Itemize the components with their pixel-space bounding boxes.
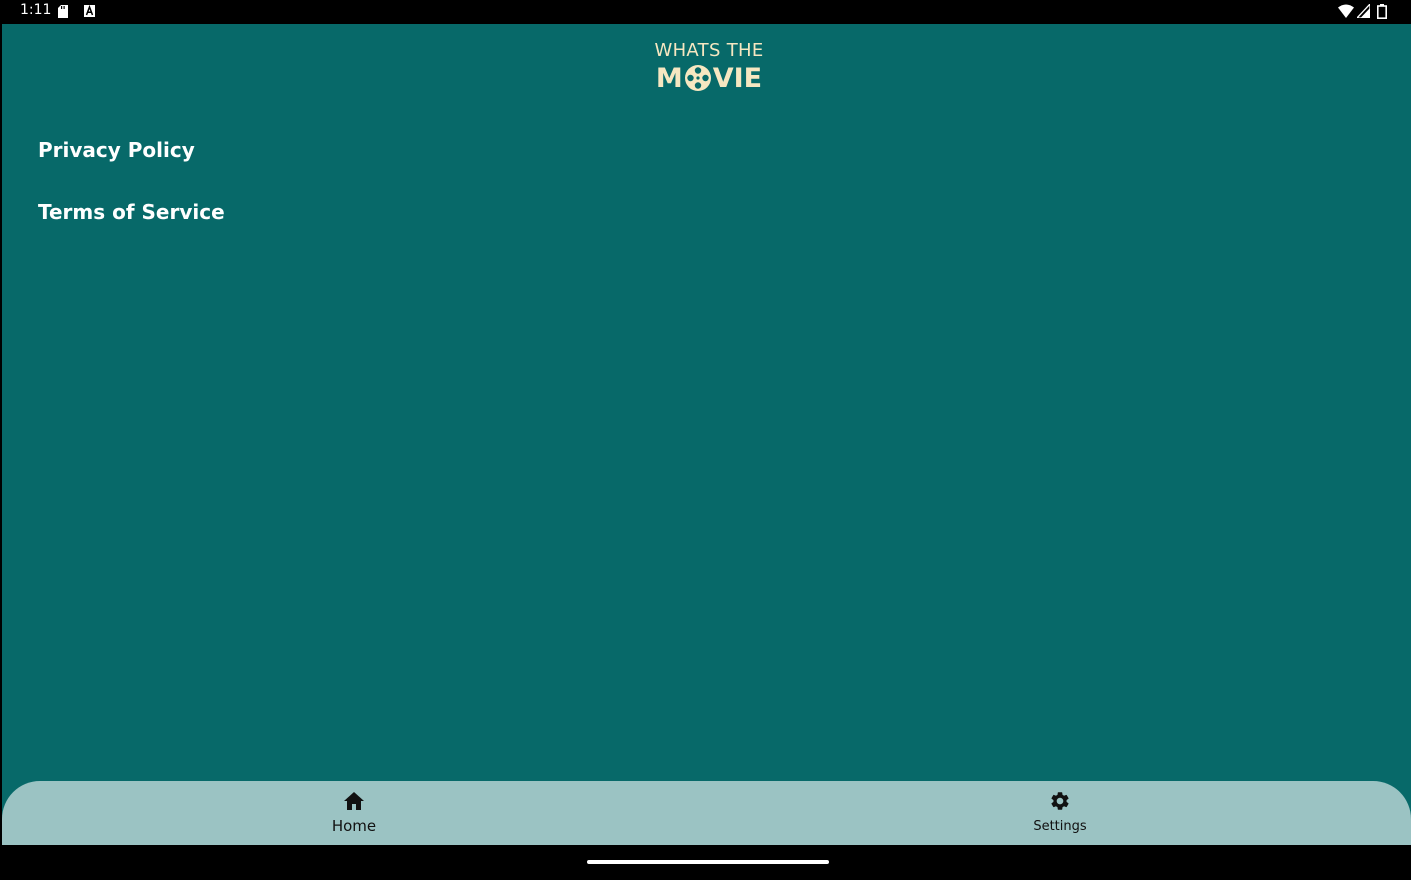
settings-screen: WHATS THE M VIE Privacy Policy Terms of …: [2, 24, 1411, 845]
battery-icon: [1377, 4, 1387, 19]
keyboard-a-icon: [84, 5, 95, 17]
nav-settings-button[interactable]: Settings: [1000, 781, 1120, 845]
sd-card-icon: [58, 5, 68, 18]
whats-the-movie-logo: WHATS THE M VIE: [654, 40, 764, 94]
wifi-icon: [1338, 4, 1354, 18]
home-gesture-handle[interactable]: [587, 860, 829, 864]
home-icon: [344, 792, 364, 810]
logo-letter-m: M: [655, 62, 683, 94]
nav-home-label: Home: [331, 817, 377, 835]
logo-line1: WHATS THE: [654, 40, 764, 61]
logo-line2: M VIE: [654, 62, 764, 94]
gear-icon: [1051, 792, 1069, 810]
status-bar: 1:11: [0, 0, 1411, 24]
privacy-policy-link[interactable]: Privacy Policy: [38, 138, 195, 162]
logo-letters-vie: VIE: [712, 62, 763, 94]
system-navigation-bar: [0, 845, 1411, 880]
film-reel-icon: [684, 65, 711, 91]
signal-icon: [1357, 4, 1370, 18]
bottom-navigation-bar: Home Settings: [2, 781, 1411, 845]
nav-home-button[interactable]: Home: [294, 781, 414, 845]
nav-settings-label: Settings: [1033, 819, 1087, 834]
terms-of-service-link[interactable]: Terms of Service: [38, 200, 225, 224]
status-time: 1:11: [20, 2, 52, 18]
